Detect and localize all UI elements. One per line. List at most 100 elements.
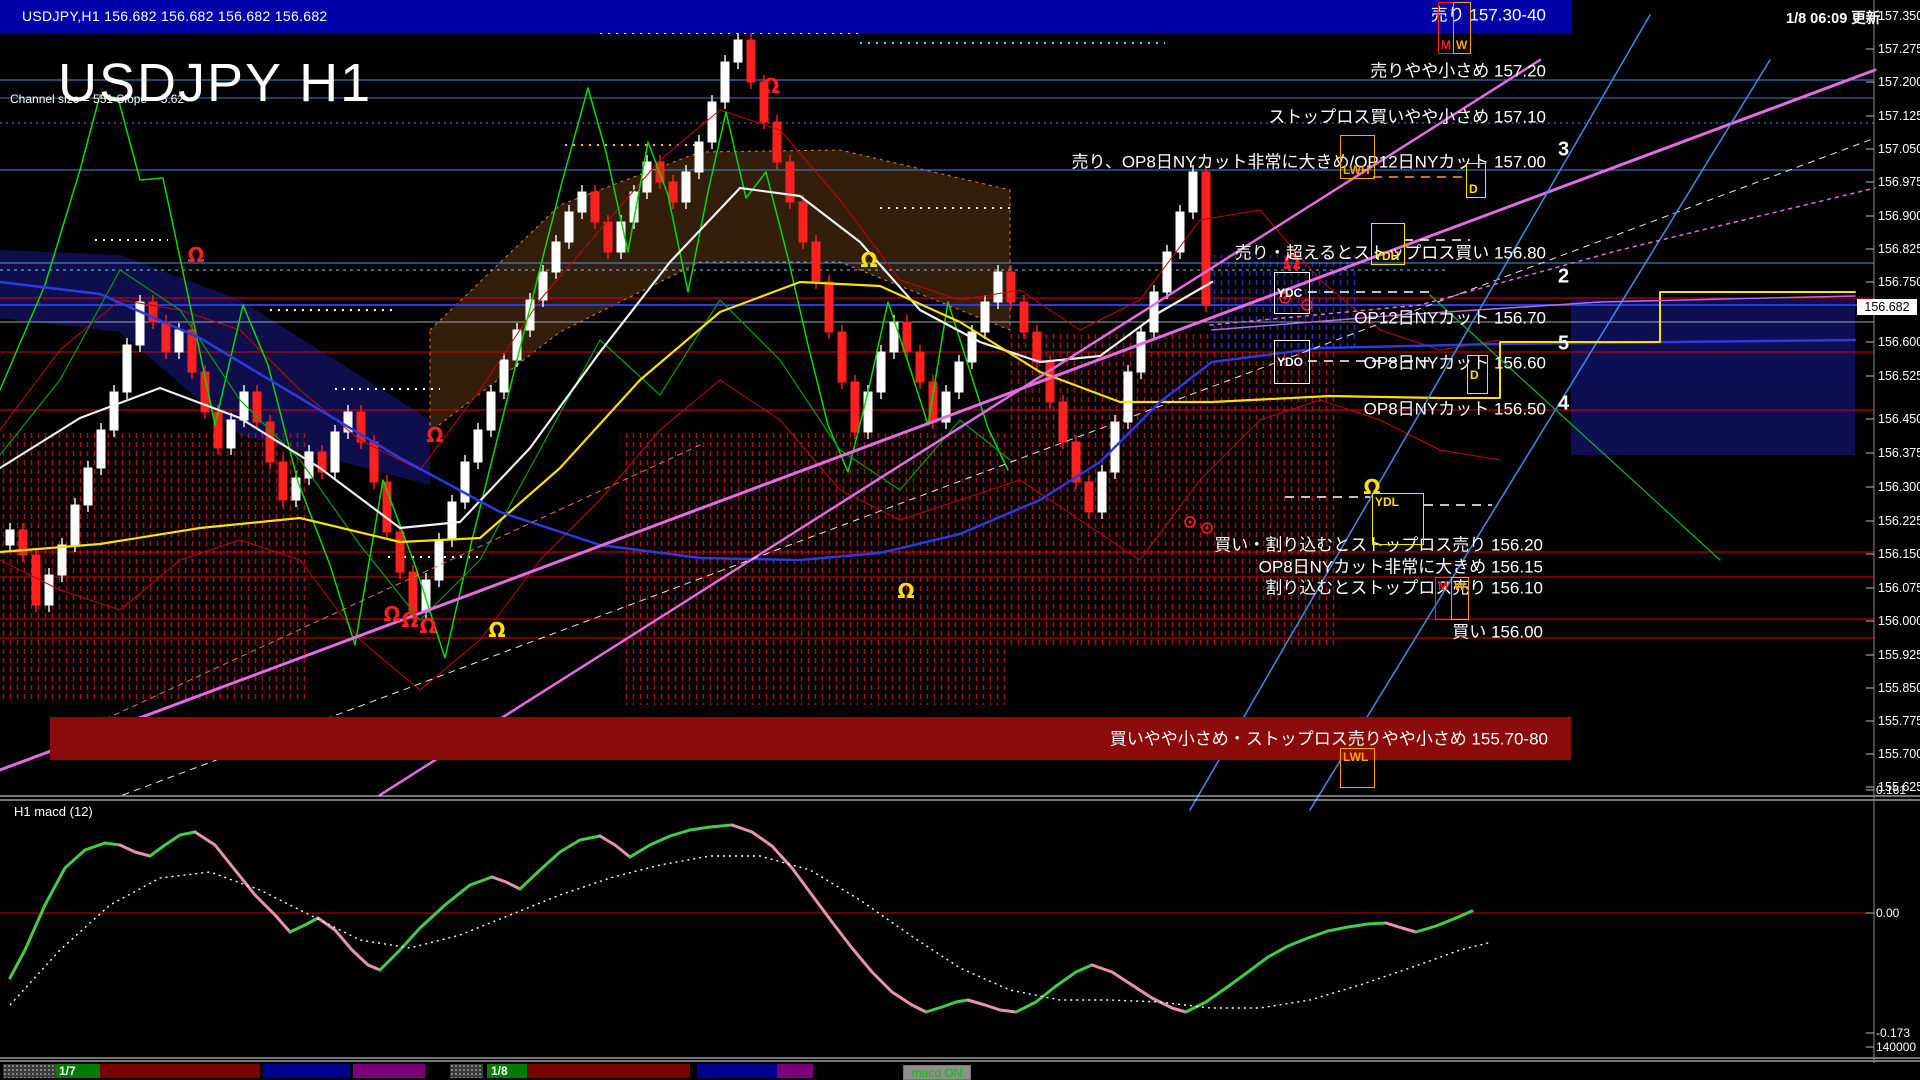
candle-bear	[916, 345, 924, 389]
indicator-box-m: M	[1438, 2, 1454, 54]
macd-line-down	[318, 918, 380, 970]
title-bar: USDJPY,H1 156.682 156.682 156.682 156.68…	[0, 0, 1571, 33]
indicator-box-label: M	[1438, 579, 1448, 593]
price-axis-label: 156.000	[1878, 614, 1920, 628]
indicator-box-w: W	[1451, 577, 1469, 620]
pattern-omega-icon: Ω	[419, 614, 436, 638]
indicator-box-label: YDH	[1374, 249, 1399, 263]
symbol-quote-text: USDJPY,H1 156.682 156.682 156.682 156.68…	[22, 8, 328, 24]
channel-info-label: Channel size = 551 Slope = 5.62	[10, 92, 184, 106]
macd-line-down	[968, 1000, 1016, 1012]
price-chart-canvas[interactable]: ΩΩΩΩΩΩΩΩΩΩΩ	[0, 0, 1920, 1080]
candle-bull	[45, 568, 53, 612]
candle-bear	[851, 375, 859, 439]
indicator-box-lwl: LWL	[1340, 748, 1375, 788]
candle-bull	[1189, 165, 1197, 219]
macd-line-up	[926, 1000, 968, 1012]
candle-bear	[604, 215, 612, 259]
indicator-box-lwh: LWH	[1340, 135, 1375, 179]
kumo-red-left	[0, 430, 310, 700]
order-annotation: 売りやや小さめ 157.20	[1370, 57, 1546, 82]
candle-bear	[799, 195, 807, 249]
indicator-box-ydh: YDH	[1371, 223, 1405, 265]
macd-line-up	[1416, 911, 1472, 932]
candle-bear	[253, 385, 261, 429]
candle-bear	[266, 415, 274, 469]
pattern-omega-icon: Ω	[762, 74, 779, 98]
indicator-box-w: W	[1453, 2, 1471, 54]
macd-line-down	[1092, 965, 1186, 1012]
price-axis-label: 156.225	[1878, 514, 1920, 528]
candle-bull	[97, 423, 105, 475]
macd-axis-label: 140000	[1876, 1040, 1916, 1054]
pattern-omega-icon: Ω	[860, 248, 877, 272]
candle-bull	[487, 385, 495, 437]
candle-bear	[1007, 265, 1015, 309]
price-axis-label: 157.275	[1878, 42, 1920, 56]
candle-bear	[1059, 395, 1067, 449]
candle-bear	[1202, 165, 1210, 312]
indicator-box-label: D	[1469, 182, 1478, 196]
candle-bear	[1020, 295, 1028, 339]
pattern-omega-icon: Ω	[426, 423, 443, 447]
mt4-chart-window: ΩΩΩΩΩΩΩΩΩΩΩ USDJPY,H1 156.682 156.682 15…	[0, 0, 1920, 1080]
macd-toggle-button[interactable]: macd ON	[903, 1065, 971, 1080]
price-axis-label: 156.375	[1878, 446, 1920, 460]
macd-line-up	[1016, 965, 1092, 1012]
indicator-box-label: YDL	[1375, 495, 1399, 509]
candle-bear	[32, 548, 40, 612]
candle-bull	[331, 425, 339, 479]
candle-bull	[461, 455, 469, 509]
candle-bull	[71, 498, 79, 552]
candle-bear	[773, 115, 781, 169]
candle-bull	[994, 265, 1002, 309]
price-axis-label: 156.750	[1878, 275, 1920, 289]
macd-pane-label: H1 macd (12)	[14, 804, 93, 819]
pattern-omega-icon: Ω	[187, 243, 204, 267]
pattern-omega-icon: Ω	[897, 579, 914, 603]
candle-bull	[84, 461, 92, 512]
price-axis-label: 155.850	[1878, 681, 1920, 695]
candle-bull	[721, 55, 729, 109]
candle-bull	[682, 165, 690, 209]
order-annotation: 買い 156.00	[1452, 618, 1543, 643]
order-annotation: OP12日NYカット 156.70	[1354, 304, 1546, 329]
macd-line-up	[380, 877, 492, 970]
session-segment	[353, 1064, 425, 1078]
price-axis-label: 155.925	[1878, 648, 1920, 662]
candle-bull	[708, 95, 716, 149]
macd-line-up	[1186, 923, 1386, 1012]
indicator-box-label: YDC	[1277, 286, 1302, 300]
indicator-box-label: D	[1470, 368, 1479, 382]
price-axis-label: 156.600	[1878, 335, 1920, 349]
indicator-box-label: YDO	[1277, 355, 1303, 369]
price-axis-label: 156.075	[1878, 581, 1920, 595]
macd-line-down	[195, 832, 290, 932]
candle-bull	[942, 385, 950, 429]
candle-bear	[591, 185, 599, 229]
pattern-omega-icon: Ω	[401, 608, 418, 632]
pattern-omega-icon: Ω	[488, 618, 505, 642]
macd-line-up	[150, 832, 195, 856]
kumo-navy-right	[1571, 300, 1855, 455]
macd-line-up	[520, 836, 600, 889]
candle-bull	[877, 345, 885, 399]
candle-bear	[1046, 355, 1054, 409]
macd-line-up	[630, 825, 732, 857]
session-segment	[450, 1064, 483, 1078]
price-axis-label: 156.450	[1878, 412, 1920, 426]
session-segment	[697, 1064, 777, 1078]
timeline-date-label: 1/8	[487, 1064, 527, 1078]
macd-line-down	[732, 825, 926, 1012]
candle-bull	[565, 205, 573, 249]
candle-bull	[500, 353, 508, 399]
indicator-box-ydc: YDC	[1274, 272, 1310, 314]
session-segment	[100, 1064, 260, 1078]
macd-line-down	[600, 836, 630, 857]
price-axis-label: 155.700	[1878, 747, 1920, 761]
order-annotation: ストップロス買いやや小さめ 157.10	[1268, 103, 1546, 128]
candle-bull	[1098, 465, 1106, 519]
candle-bear	[747, 33, 755, 89]
kumo-orange-top	[430, 150, 1010, 432]
price-axis-label: 157.200	[1878, 75, 1920, 89]
